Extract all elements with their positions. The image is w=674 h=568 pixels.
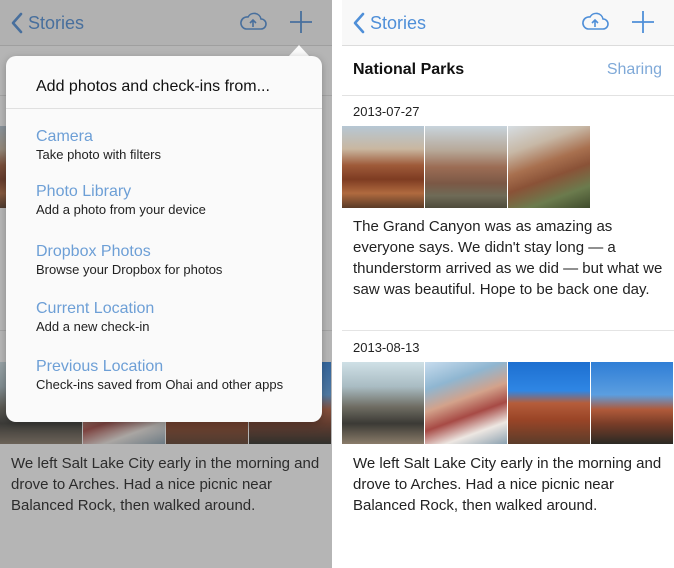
option-subtitle: Browse your Dropbox for photos	[36, 262, 223, 277]
sharing-button[interactable]: Sharing	[607, 61, 662, 79]
plus-icon[interactable]	[630, 9, 656, 35]
photo-thumbnail[interactable]	[508, 362, 590, 444]
option-title: Previous Location	[36, 358, 164, 375]
option-subtitle: Add a photo from your device	[36, 202, 206, 217]
add-content-popover: Add photos and check-ins from... Camera …	[6, 56, 322, 422]
option-dropbox-photos[interactable]: Dropbox Photos Browse your Dropbox for p…	[36, 243, 306, 278]
entry-divider	[342, 330, 674, 331]
photo-row	[342, 362, 674, 444]
photo-thumbnail[interactable]	[425, 126, 507, 208]
back-button[interactable]: Stories	[350, 10, 426, 36]
option-title: Dropbox Photos	[36, 243, 151, 260]
nav-bar: Stories	[342, 0, 674, 46]
photo-thumbnail[interactable]	[425, 362, 507, 444]
entry-date: 2013-07-27	[353, 104, 420, 119]
chevron-left-icon	[353, 12, 365, 34]
photo-thumbnail[interactable]	[591, 362, 673, 444]
back-label: Stories	[370, 12, 427, 33]
screen-divider	[332, 0, 342, 568]
photo-thumbnail[interactable]	[342, 126, 424, 208]
option-title: Photo Library	[36, 183, 132, 200]
option-subtitle: Take photo with filters	[36, 147, 162, 162]
option-photo-library[interactable]: Photo Library Add a photo from your devi…	[36, 183, 306, 218]
photo-thumbnail[interactable]	[342, 362, 424, 444]
entry-text: We left Salt Lake City early in the morn…	[353, 455, 662, 514]
photo-row	[342, 126, 591, 208]
option-title: Current Location	[36, 300, 155, 317]
option-previous-location[interactable]: Previous Location Check-ins saved from O…	[36, 358, 306, 393]
cloud-upload-icon[interactable]	[580, 9, 610, 35]
option-subtitle: Check-ins saved from Ohai and other apps	[36, 377, 284, 392]
entry-date: 2013-08-13	[353, 340, 420, 355]
option-title: Camera	[36, 128, 93, 145]
option-camera[interactable]: Camera Take photo with filters	[36, 128, 306, 163]
left-screen: Stories National Parks 2013-07-27 The Gr…	[0, 0, 332, 568]
entry-text: The Grand Canyon was as amazing as every…	[353, 218, 663, 298]
option-current-location[interactable]: Current Location Add a new check-in	[36, 300, 306, 335]
story-header: National Parks Sharing	[342, 46, 674, 96]
popover-divider	[6, 108, 322, 109]
popover-title: Add photos and check-ins from...	[36, 78, 270, 95]
story-title: National Parks	[353, 61, 465, 78]
option-subtitle: Add a new check-in	[36, 319, 150, 334]
right-screen: Stories National Parks Sharing 2013-07-2…	[342, 0, 674, 568]
photo-thumbnail[interactable]	[508, 126, 590, 208]
